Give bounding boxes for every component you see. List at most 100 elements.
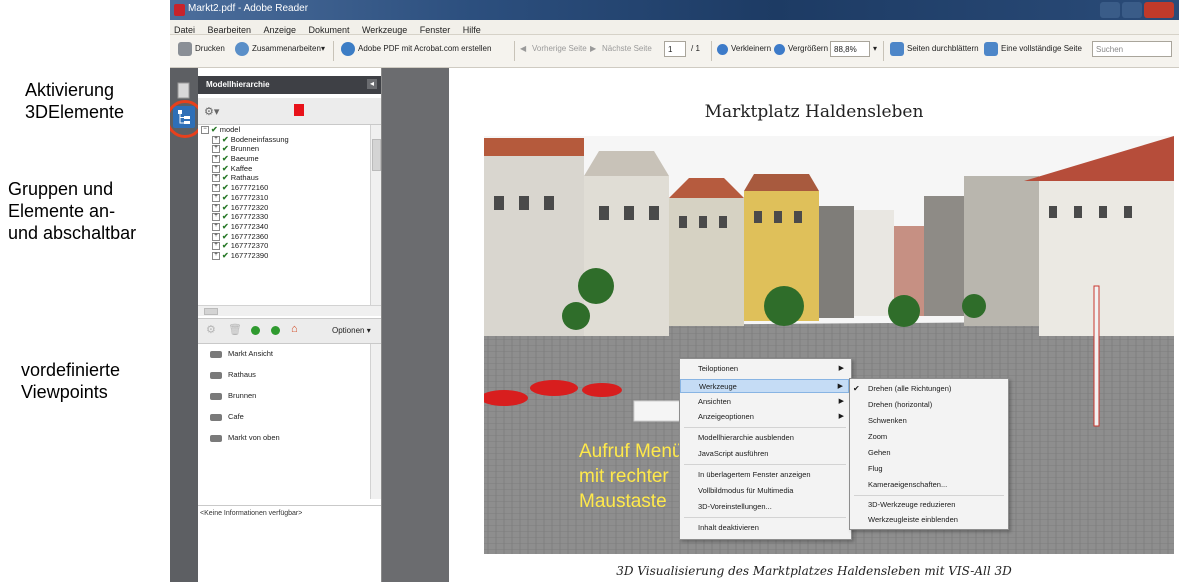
tree-node[interactable]: + ✔ 167772310	[198, 193, 370, 203]
expand-icon[interactable]: +	[212, 164, 220, 173]
next-page-arrow-icon[interactable]: ▶	[590, 44, 596, 53]
create-pdf-button[interactable]: Adobe PDF mit Acrobat.com erstellen	[358, 44, 491, 53]
expand-icon[interactable]: +	[212, 242, 220, 251]
acrobat-com-icon[interactable]	[341, 42, 355, 56]
zoom-out-button[interactable]: Verkleinern	[731, 44, 771, 53]
zoom-in-button[interactable]: Vergrößern	[788, 44, 828, 53]
menu-werkzeuge[interactable]: Werkzeuge	[358, 24, 411, 35]
tree-node[interactable]: + ✔ Rathaus	[198, 173, 370, 183]
checkbox-icon[interactable]: ✔	[222, 144, 229, 153]
zoom-out-icon[interactable]	[717, 44, 728, 55]
tool-rotate-horizontal[interactable]: Drehen (horizontal)	[850, 398, 1006, 412]
viewpoint-item[interactable]: Markt Ansicht	[210, 349, 273, 358]
expand-icon[interactable]: +	[212, 135, 220, 144]
ctx-ansichten[interactable]: Ansichten ▶	[680, 395, 849, 409]
menu-hilfe[interactable]: Hilfe	[459, 24, 485, 35]
expand-icon[interactable]: +	[212, 222, 220, 231]
collaborate-icon[interactable]	[235, 42, 249, 56]
checkbox-icon[interactable]: ✔	[222, 135, 229, 144]
ctx-teiloptionen[interactable]: Teiloptionen ▶	[680, 362, 849, 376]
maximize-button[interactable]	[1122, 2, 1142, 18]
tree-node[interactable]: + ✔ 167772330	[198, 212, 370, 222]
collaborate-button[interactable]: Zusammenarbeiten	[252, 44, 321, 53]
checkbox-icon[interactable]: ✔	[222, 232, 229, 241]
checkbox-icon[interactable]: ✔	[222, 164, 229, 173]
checkbox-icon[interactable]: ✔	[211, 125, 218, 134]
zoom-dropdown-icon[interactable]: ▾	[873, 44, 877, 53]
menu-bearbeiten[interactable]: Bearbeiten	[203, 24, 255, 35]
collapse-icon[interactable]: −	[201, 126, 209, 135]
tool-walk[interactable]: Gehen	[850, 446, 1006, 460]
stop-icon[interactable]	[294, 104, 304, 116]
tool-pan[interactable]: Schwenken	[850, 414, 1006, 428]
expand-icon[interactable]: +	[212, 203, 220, 212]
tree-node[interactable]: + ✔ 167772360	[198, 232, 370, 242]
tree-node[interactable]: + ✔ Kaffee	[198, 164, 370, 174]
home-view-icon[interactable]: ⌂	[291, 323, 298, 335]
checkbox-icon[interactable]: ✔	[222, 222, 229, 231]
search-input[interactable]: Suchen	[1092, 41, 1172, 57]
tool-zoom[interactable]: Zoom	[850, 430, 1006, 444]
checkbox-icon[interactable]: ✔	[222, 183, 229, 192]
print-icon[interactable]	[178, 42, 192, 56]
tool-show-toolbar[interactable]: Werkzeugleiste einblenden	[850, 513, 1006, 527]
tree-node[interactable]: + ✔ 167772390	[198, 251, 370, 261]
menu-datei[interactable]: Datei	[170, 24, 199, 35]
tree-horizontal-scrollbar[interactable]	[198, 305, 381, 316]
viewpoint-item[interactable]: Markt von oben	[210, 433, 280, 442]
menu-dokument[interactable]: Dokument	[304, 24, 353, 35]
viewpoint-item[interactable]: Rathaus	[210, 370, 256, 379]
page-number-input[interactable]: 1	[664, 41, 686, 57]
ctx-3d-preferences[interactable]: 3D-Voreinstellungen...	[680, 500, 849, 514]
full-page-icon[interactable]	[984, 42, 998, 56]
tool-camera-properties[interactable]: Kameraeigenschaften...	[850, 478, 1006, 492]
minimize-button[interactable]	[1100, 2, 1120, 18]
print-button[interactable]: Drucken	[195, 44, 225, 53]
viewpoint-item[interactable]: Brunnen	[210, 391, 256, 400]
close-button[interactable]	[1144, 2, 1174, 18]
scroll-pages-icon[interactable]	[890, 42, 904, 56]
checkbox-icon[interactable]: ✔	[222, 212, 229, 221]
checkbox-icon[interactable]: ✔	[222, 154, 229, 163]
prev-page-arrow-icon[interactable]: ◀	[520, 44, 526, 53]
tree-node[interactable]: + ✔ Bodeneinfassung	[198, 135, 370, 145]
expand-icon[interactable]: +	[212, 251, 220, 260]
ctx-werkzeuge[interactable]: Werkzeuge ▶	[680, 379, 849, 393]
checkbox-icon[interactable]: ✔	[222, 241, 229, 250]
full-page-button[interactable]: Eine vollständige Seite	[1001, 44, 1082, 53]
tool-fly[interactable]: Flug	[850, 462, 1006, 476]
menu-fenster[interactable]: Fenster	[416, 24, 455, 35]
expand-icon[interactable]: +	[212, 232, 220, 241]
next-page-button[interactable]: Nächste Seite	[602, 44, 652, 53]
ctx-anzeigeoptionen[interactable]: Anzeigeoptionen ▶	[680, 410, 849, 424]
scroll-thumb[interactable]	[204, 308, 218, 315]
tree-vertical-scrollbar[interactable]	[370, 125, 381, 305]
tree-node[interactable]: + ✔ Baeume	[198, 154, 370, 164]
expand-icon[interactable]: +	[212, 174, 220, 183]
delete-view-icon[interactable]: 🗑	[228, 323, 242, 336]
checkbox-icon[interactable]: ✔	[222, 193, 229, 202]
scroll-pages-button[interactable]: Seiten durchblättern	[907, 44, 979, 53]
menu-anzeige[interactable]: Anzeige	[259, 24, 300, 35]
checkbox-icon[interactable]: ✔	[222, 251, 229, 260]
tree-node[interactable]: + ✔ Brunnen	[198, 144, 370, 154]
expand-icon[interactable]: +	[212, 145, 220, 154]
camera-icon[interactable]: ⚙	[206, 323, 216, 336]
ctx-disable-content[interactable]: Inhalt deaktivieren	[680, 521, 849, 535]
expand-icon[interactable]: +	[212, 213, 220, 222]
expand-icon[interactable]: +	[212, 155, 220, 164]
panel-collapse-icon[interactable]: ◂	[367, 79, 377, 89]
collaborate-dropdown-icon[interactable]: ▾	[321, 44, 325, 53]
ctx-hide-model-tree[interactable]: Modellhierarchie ausblenden	[680, 431, 849, 445]
tree-node[interactable]: + ✔ 167772320	[198, 203, 370, 213]
tool-collapse-3d-tools[interactable]: 3D-Werkzeuge reduzieren	[850, 498, 1006, 512]
viewpoint-item[interactable]: Cafe	[210, 412, 244, 421]
tree-node[interactable]: − ✔ model	[198, 125, 370, 135]
zoom-in-icon[interactable]	[774, 44, 785, 55]
expand-icon[interactable]: +	[212, 193, 220, 202]
options-dropdown[interactable]: Optionen ▾	[332, 326, 371, 335]
pages-icon[interactable]	[173, 80, 195, 102]
viewpoints-scrollbar[interactable]	[370, 344, 381, 499]
tool-rotate-all[interactable]: ✔ Drehen (alle Richtungen)	[850, 382, 1006, 396]
scroll-thumb[interactable]	[372, 139, 381, 171]
